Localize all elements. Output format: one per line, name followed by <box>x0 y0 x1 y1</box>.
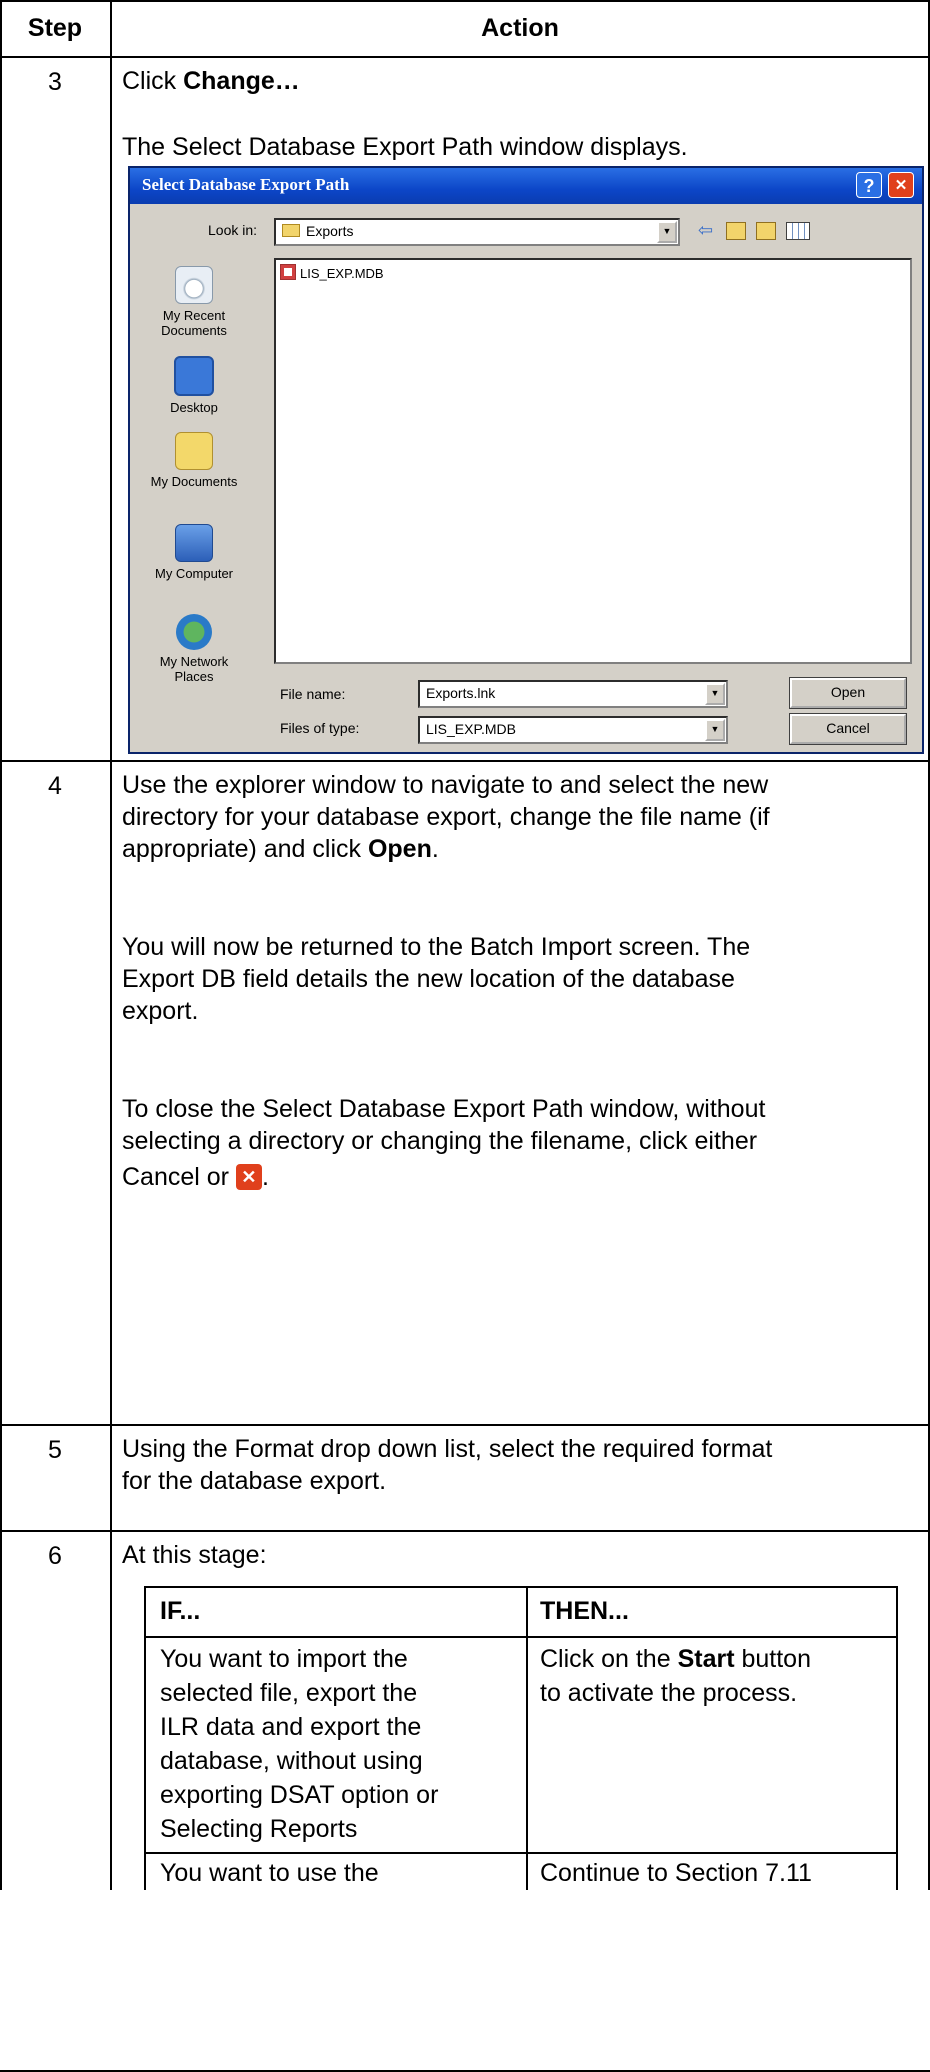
row4-para2-line3: export. <box>122 997 199 1025</box>
inner-left <box>144 1586 146 1890</box>
file-type-select[interactable]: LIS_EXP.MDB ▼ <box>418 716 728 744</box>
header-step: Step <box>27 14 83 42</box>
look-in-label: Look in: <box>208 222 258 238</box>
dialog-help-button[interactable]: ? <box>856 172 882 198</box>
file-type-label: Files of type: <box>280 720 360 736</box>
inner-r2-if-1: You want to use the <box>160 1859 379 1887</box>
look-in-dropdown-arrow[interactable]: ▼ <box>657 221 677 243</box>
row3-change-bold: Change… <box>183 67 300 95</box>
step-number-5: 5 <box>48 1436 62 1464</box>
inner-r1-if-5: exporting DSAT option or <box>160 1781 439 1809</box>
table-top-border <box>0 0 930 2</box>
table-left-border <box>0 0 2 1890</box>
dialog-title: Select Database Export Path <box>142 175 350 194</box>
start-bold: Start <box>677 1645 735 1673</box>
select-export-path-dialog: Select Database Export Path ? ✕ Look in:… <box>128 166 924 754</box>
row4-para3-line1: To close the Select Database Export Path… <box>122 1095 766 1123</box>
file-item[interactable]: LIS_EXP.MDB <box>280 264 384 281</box>
inner-r1-if-2: selected file, export the <box>160 1679 418 1707</box>
inner-table-top <box>144 1586 898 1588</box>
close-x-icon: ✕ <box>235 1164 262 1190</box>
place-recent[interactable]: My Recent Documents <box>130 266 258 338</box>
back-icon[interactable]: ⇦ <box>698 220 713 241</box>
row3-click-text: Click <box>122 67 184 95</box>
file-type-dropdown-arrow[interactable]: ▼ <box>705 719 725 741</box>
row4-para1-line1: Use the explorer window to navigate to a… <box>122 771 769 799</box>
my-computer-icon <box>175 524 213 562</box>
dialog-title-bar: Select Database Export Path <box>130 168 922 204</box>
step-column-divider <box>110 0 112 1890</box>
row6-intro: At this stage: <box>122 1541 267 1569</box>
row3-bottom-border <box>0 760 930 762</box>
inner-r1-then-1: Click on the Start button <box>540 1645 811 1673</box>
view-menu-icon[interactable] <box>786 222 810 240</box>
inner-header-bottom <box>144 1636 898 1638</box>
file-name-dropdown-arrow[interactable]: ▼ <box>705 683 725 705</box>
place-my-computer[interactable]: My Computer <box>130 524 258 581</box>
file-list[interactable]: LIS_EXP.MDB <box>274 258 912 664</box>
up-folder-icon[interactable] <box>726 222 746 240</box>
row5-line1: Using the Format drop down list, select … <box>122 1435 773 1463</box>
desktop-icon <box>174 356 214 396</box>
new-folder-icon[interactable] <box>756 222 776 240</box>
place-my-documents[interactable]: My Documents <box>130 432 258 489</box>
row4-para3-line2: selecting a directory or changing the fi… <box>122 1127 758 1155</box>
row5-line2: for the database export. <box>122 1467 387 1495</box>
step-number-4: 4 <box>48 772 62 800</box>
cancel-button[interactable]: Cancel <box>789 713 907 745</box>
row4-para1-line3: appropriate) and click Open. <box>122 835 439 863</box>
place-network[interactable]: My Network Places <box>130 614 258 684</box>
inner-row1-bottom <box>144 1852 898 1854</box>
inner-header-then: THEN... <box>540 1597 629 1625</box>
row4-para2-line1: You will now be returned to the Batch Im… <box>122 933 751 961</box>
header-action: Action <box>481 14 559 42</box>
inner-r2-then-1: Continue to Section 7.11 <box>540 1859 812 1887</box>
open-button[interactable]: Open <box>789 677 907 709</box>
file-name-input[interactable]: Exports.lnk ▼ <box>418 680 728 708</box>
dialog-close-button[interactable]: ✕ <box>888 172 914 198</box>
row5-bottom-border <box>0 1530 930 1532</box>
row4-para2-line2: Export DB field details the new location… <box>122 965 735 993</box>
recent-documents-icon <box>175 266 213 304</box>
inner-header-if: IF... <box>160 1597 201 1625</box>
inner-right <box>896 1586 898 1890</box>
inner-divider <box>526 1586 528 1890</box>
row4-para3-line3: Cancel or ✕. <box>122 1163 269 1191</box>
inner-r1-if-3: ILR data and export the <box>160 1713 422 1741</box>
row3-line1: Click Change… <box>122 66 300 96</box>
place-desktop[interactable]: Desktop <box>130 356 258 415</box>
look-in-combo[interactable]: Exports ▼ <box>274 218 680 246</box>
header-bottom-border <box>0 56 930 58</box>
row4-bottom-border <box>0 1424 930 1426</box>
row4-open-bold: Open <box>367 835 432 863</box>
step-number-6: 6 <box>48 1542 62 1570</box>
inner-r1-if-1: You want to import the <box>160 1645 408 1673</box>
row4-para1-line2: directory for your database export, chan… <box>122 803 770 831</box>
look-in-value: Exports <box>306 223 354 239</box>
step-number-3: 3 <box>48 68 62 96</box>
inner-r1-if-6: Selecting Reports <box>160 1815 358 1843</box>
folder-icon <box>282 224 300 237</box>
inner-r1-then-2: to activate the process. <box>540 1679 798 1707</box>
inner-r1-if-4: database, without using <box>160 1747 423 1775</box>
row3-line2: The Select Database Export Path window d… <box>122 133 688 161</box>
mdb-file-icon <box>280 264 296 280</box>
my-documents-icon <box>175 432 213 470</box>
file-name-label: File name: <box>280 686 346 702</box>
network-places-icon <box>176 614 212 650</box>
